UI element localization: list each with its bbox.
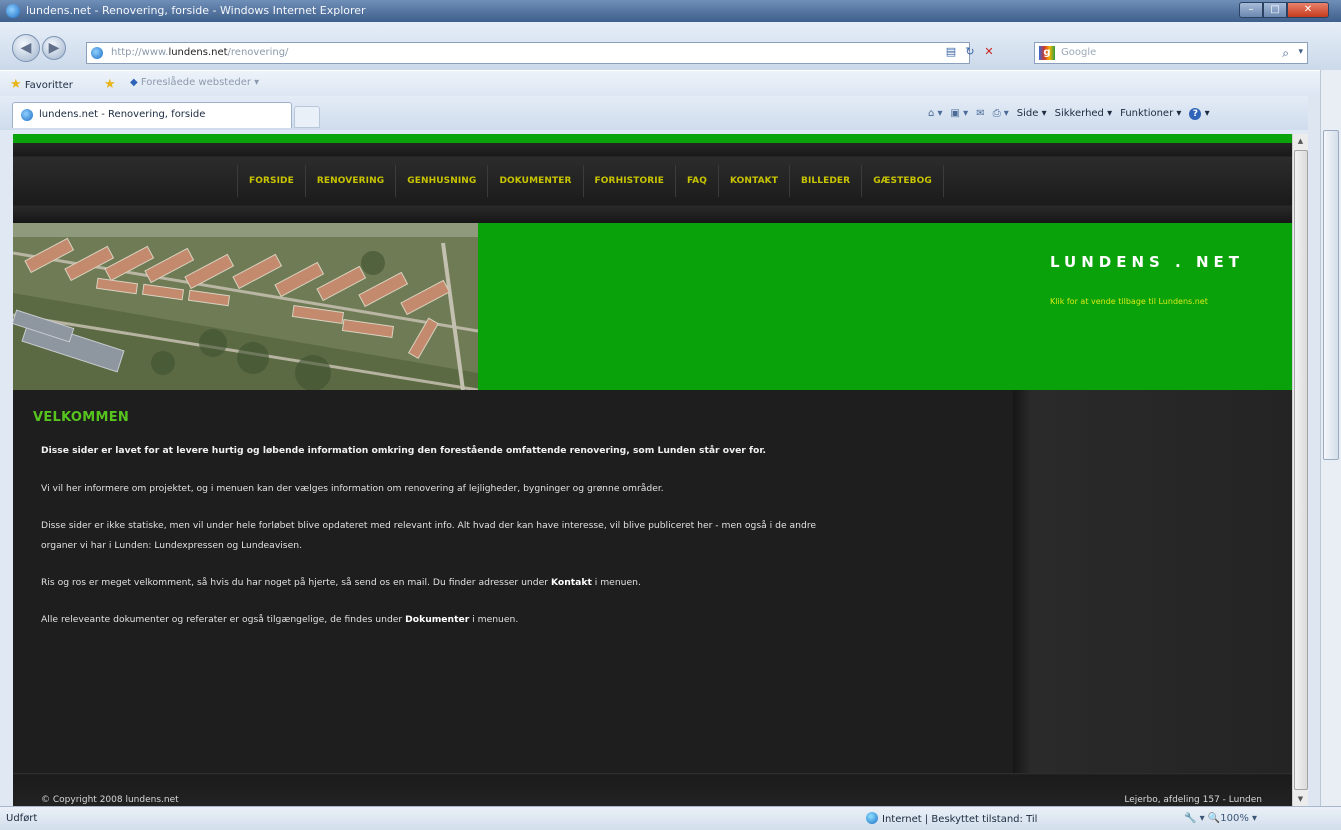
star-icon: ★ [10,77,22,92]
maximize-button[interactable]: □ [1263,2,1287,18]
scroll-down-icon[interactable]: ▼ [1293,792,1308,806]
safety-menu[interactable]: Sikkerhed ▾ [1055,108,1112,120]
update-paragraph-line2: organer vi har i Lunden: Lundexpressen o… [41,540,302,551]
stop-icon[interactable]: ✕ [982,45,996,59]
feedback-paragraph: Ris og ros er meget velkomment, så hvis … [41,577,641,588]
security-zone[interactable]: Internet | Beskyttet tilstand: Til [866,812,1037,825]
outer-scrollbar[interactable] [1320,70,1341,806]
web-page: FORSIDE RENOVERING GENHUSNING DOKUMENTER… [13,134,1292,806]
new-tab-button[interactable] [294,106,320,128]
address-buttons: ▤ ↻ ✕ [944,45,996,59]
footer-org-text: Lejerbo, afdeling 157 - Lunden [1124,795,1262,805]
menu-gaestebog[interactable]: GÆSTEBOG [861,165,944,197]
tab-page-icon [21,109,33,121]
header-banner: LUNDENS . NET Klik for at vende tilbage … [13,223,1292,390]
search-icon[interactable]: ⌕ [1282,46,1289,61]
status-text: Udført [6,813,38,824]
site-menu: FORSIDE RENOVERING GENHUSNING DOKUMENTER… [237,165,944,197]
status-bar: Udført Internet | Beskyttet tilstand: Ti… [0,806,1341,830]
suggested-sites-link[interactable]: ◆ Foreslåede websteder ▾ [130,77,259,88]
menu-faq[interactable]: FAQ [674,165,718,197]
top-stripe [13,134,1292,143]
favorites-bar: ★ Favoritter ★ ◆ Foreslåede websteder ▾ [0,70,1341,96]
window-title-bar: lundens.net - Renovering, forside - Wind… [0,0,1341,22]
zoom-control[interactable]: 🔧 ▾ 🔍100% ▾ [1184,813,1257,824]
search-box[interactable]: g Google ⌕ ▾ [1034,42,1308,64]
scroll-up-icon[interactable]: ▲ [1293,134,1308,148]
aerial-photo [13,223,478,390]
site-brand[interactable]: LUNDENS . NET [1050,253,1244,271]
address-row: ◀ ▶ http://www.lundens.net/renovering/ ▤… [0,22,1341,70]
info-paragraph: Vi vil her informere om projektet, og i … [41,483,664,494]
print-icon[interactable]: ⎙ ▾ [993,108,1009,120]
brand-home-link[interactable]: Klik for at vende tilbage til Lundens.ne… [1050,297,1208,306]
minimize-button[interactable]: – [1239,2,1263,18]
site-navbar: FORSIDE RENOVERING GENHUSNING DOKUMENTER… [13,143,1292,223]
command-bar: ⌂ ▾ ▣ ▾ ✉ ⎙ ▾ Side ▾ Sikkerhed ▾ Funktio… [928,108,1210,120]
menu-dokumenter[interactable]: DOKUMENTER [487,165,582,197]
help-icon[interactable]: ? ▾ [1189,108,1210,120]
copyright-text: © Copyright 2008 lundens.net [41,795,179,805]
page-icon [91,47,103,59]
globe-icon [866,812,878,824]
intro-paragraph: Disse sider er lavet for at levere hurti… [41,445,767,456]
chevron-down-icon[interactable]: ▾ [1298,47,1303,57]
home-icon[interactable]: ⌂ ▾ [928,108,943,120]
tab-active[interactable]: lundens.net - Renovering, forside [12,102,292,128]
main-content: VELKOMMEN Disse sider er lavet for at le… [13,390,1013,773]
update-paragraph-line1: Disse sider er ikke statiske, men vil un… [41,520,817,531]
window-title: lundens.net - Renovering, forside - Wind… [26,4,366,17]
menu-forside[interactable]: FORSIDE [237,165,305,197]
search-placeholder: Google [1061,47,1097,58]
menu-kontakt[interactable]: KONTAKT [718,165,789,197]
ie-logo-icon [6,4,20,18]
google-logo-icon: g [1039,46,1055,60]
back-button[interactable]: ◀ [12,34,40,62]
page-heading: VELKOMMEN [33,410,130,425]
documents-paragraph: Alle releveante dokumenter og referater … [41,614,519,625]
scroll-thumb[interactable] [1294,150,1308,790]
kontakt-link[interactable]: Kontakt [551,577,592,588]
address-url: http://www.lundens.net/renovering/ [111,47,289,58]
add-favorite-icon[interactable]: ★ [104,77,116,92]
tab-label: lundens.net - Renovering, forside [39,109,206,120]
tab-row: lundens.net - Renovering, forside ⌂ ▾ ▣ … [0,96,1341,130]
outer-scroll-thumb[interactable] [1323,130,1339,460]
menu-billeder[interactable]: BILLEDER [789,165,861,197]
favorites-button[interactable]: ★ Favoritter [10,77,73,92]
tools-menu[interactable]: Funktioner ▾ [1120,108,1181,120]
site-footer: © Copyright 2008 lundens.net Lejerbo, af… [13,773,1292,806]
close-button[interactable]: ✕ [1287,2,1329,18]
menu-renovering[interactable]: RENOVERING [304,165,395,197]
mail-icon[interactable]: ✉ [976,108,984,120]
side-column [1013,390,1292,773]
forward-button[interactable]: ▶ [42,36,66,60]
page-scrollbar[interactable]: ▲ ▼ [1292,134,1308,806]
page-menu[interactable]: Side ▾ [1017,108,1047,120]
address-bar[interactable]: http://www.lundens.net/renovering/ [86,42,970,64]
compatibility-icon[interactable]: ▤ [944,45,958,59]
dokumenter-link[interactable]: Dokumenter [405,614,469,625]
refresh-icon[interactable]: ↻ [963,45,977,59]
window-controls: – □ ✕ [1239,2,1329,18]
menu-genhusning[interactable]: GENHUSNING [395,165,487,197]
menu-forhistorie[interactable]: FORHISTORIE [582,165,675,197]
feeds-icon[interactable]: ▣ ▾ [951,108,969,120]
